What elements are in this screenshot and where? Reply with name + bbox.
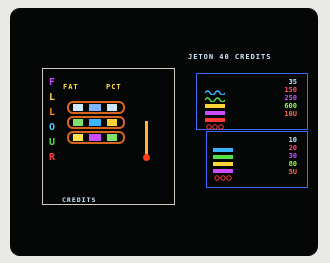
flipper-letter: F [48,77,56,88]
ring-icon [213,166,233,181]
paytable-panel-2: 10 20 30 80 5U [206,131,308,188]
reel-line-1 [67,101,125,114]
reel-line-2 [67,116,125,129]
reel-symbol [107,119,117,126]
flipper-letter: O [48,122,56,133]
paytable-2-values: 10 20 30 80 5U [289,136,297,176]
payout-value: 600 [284,102,297,110]
bar-icon [213,145,233,159]
gauge-bulb-icon [143,154,150,161]
bar-icon [213,159,233,173]
payout-value: 150 [284,86,297,94]
reel-symbol [73,104,83,111]
monitor-bezel: JETON 40 CREDITS FLLOUR FAT PCT 35 150 2… [0,0,330,263]
payout-value: 20 [288,144,297,152]
flipper-letter: R [48,152,56,163]
reel-symbol [73,119,83,126]
reel-line-3 [67,131,125,144]
pct-label: PCT [106,83,122,91]
payout-value: 250 [284,94,297,102]
bar-icon [213,152,233,166]
power-gauge [145,121,148,155]
bar-icon [213,138,233,152]
payout-value: 5U [288,168,297,176]
wave-icon [204,87,226,103]
flipper-letter: L [48,107,56,118]
slot-machine-panel: FLLOUR FAT PCT [42,68,175,205]
payout-value: 80 [288,160,297,168]
paytable-2-symbols [213,138,233,181]
flipper-letter: L [48,92,56,103]
flipper-vertical-title: FLLOUR [47,75,57,165]
ring-icon [205,115,225,130]
reel-symbol [89,104,101,111]
payout-value: 10U [284,110,297,118]
wave-icon [204,80,226,96]
payout-value: 30 [288,152,297,160]
fat-label: FAT [63,83,79,91]
reel-symbol [107,104,117,111]
flipper-letter: U [48,137,56,148]
bar-icon [205,94,225,108]
reel-symbol [107,134,117,141]
jeton-credits-label: JETON 40 CREDITS [188,53,272,61]
reel-symbol [89,134,101,141]
payout-value: 10 [288,136,297,144]
bar-icon [205,101,225,115]
game-screen: JETON 40 CREDITS FLLOUR FAT PCT 35 150 2… [10,8,318,256]
credits-label: CREDITS [62,196,97,204]
reel-symbol [73,134,83,141]
paytable-panel-1: 35 150 250 600 10U [196,73,308,130]
paytable-1-symbols [204,80,226,130]
reel-symbol [89,119,101,126]
paytable-1-values: 35 150 250 600 10U [284,78,297,118]
bar-icon [205,108,225,122]
payout-value: 35 [288,78,297,86]
